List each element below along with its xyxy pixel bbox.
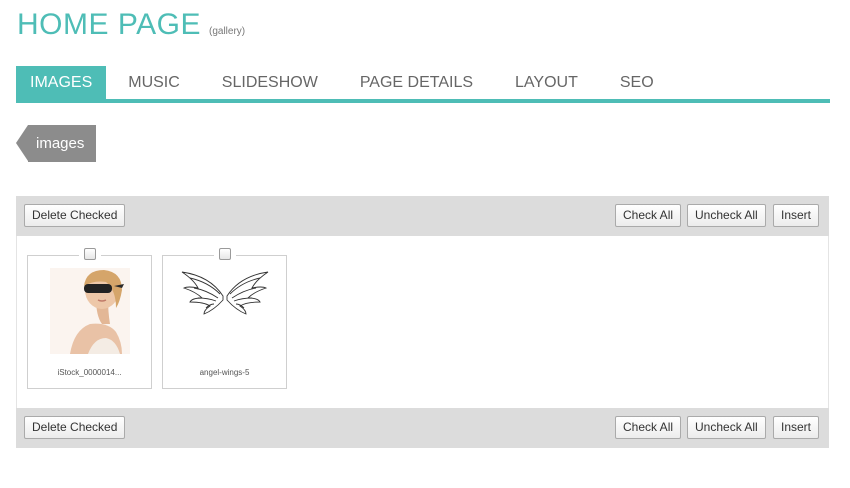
uncheck-all-button[interactable]: Uncheck All bbox=[687, 204, 766, 227]
tab-slideshow[interactable]: SLIDESHOW bbox=[202, 66, 338, 99]
tab-seo[interactable]: SEO bbox=[600, 66, 674, 99]
tab-layout[interactable]: LAYOUT bbox=[495, 66, 598, 99]
image-checkbox[interactable] bbox=[218, 248, 231, 260]
woman-portrait-photo-icon bbox=[49, 268, 130, 354]
image-caption: angel-wings-5 bbox=[199, 368, 250, 377]
section-tag: images bbox=[16, 125, 97, 162]
image-gallery: iStock_0000014... angel-wings-5 bbox=[16, 236, 829, 408]
page-title: HOME PAGE bbox=[17, 8, 201, 41]
tag-arrow-icon bbox=[16, 125, 28, 161]
tab-music[interactable]: MUSIC bbox=[108, 66, 200, 99]
page-subtitle: (gallery) bbox=[208, 26, 246, 37]
tab-bar: IMAGES MUSIC SLIDESHOW PAGE DETAILS LAYO… bbox=[16, 66, 830, 103]
check-all-button[interactable]: Check All bbox=[615, 416, 682, 439]
image-caption: iStock_0000014... bbox=[57, 368, 122, 377]
delete-checked-button[interactable]: Delete Checked bbox=[24, 204, 126, 227]
image-thumbnail[interactable]: iStock_0000014... bbox=[27, 248, 152, 389]
check-all-button[interactable]: Check All bbox=[615, 204, 682, 227]
image-thumbnail[interactable]: angel-wings-5 bbox=[162, 248, 287, 389]
angel-wings-drawing-icon bbox=[179, 266, 270, 318]
bottom-toolbar: Delete Checked Check All Uncheck All Ins… bbox=[16, 408, 829, 448]
delete-checked-button[interactable]: Delete Checked bbox=[24, 416, 126, 439]
insert-button[interactable]: Insert bbox=[773, 204, 820, 227]
section-tag-label: images bbox=[28, 125, 97, 162]
top-toolbar: Delete Checked Check All Uncheck All Ins… bbox=[16, 196, 829, 236]
page-header: HOME PAGE (gallery) bbox=[17, 8, 245, 42]
uncheck-all-button[interactable]: Uncheck All bbox=[687, 416, 766, 439]
image-checkbox[interactable] bbox=[83, 248, 96, 260]
insert-button[interactable]: Insert bbox=[773, 416, 820, 439]
tab-page-details[interactable]: PAGE DETAILS bbox=[340, 66, 493, 99]
tab-images[interactable]: IMAGES bbox=[16, 66, 107, 99]
